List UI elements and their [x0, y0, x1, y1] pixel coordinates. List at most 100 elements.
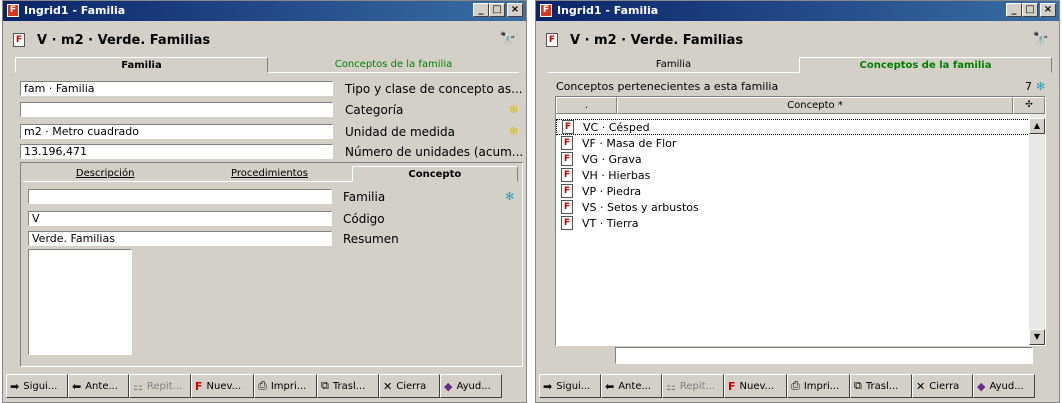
main-tabs: Familia Conceptos de la familia — [15, 57, 519, 73]
list-item[interactable]: F VH · Hierbas — [556, 167, 1030, 183]
familia-field[interactable] — [28, 189, 332, 204]
arrow-right-icon: ➡ — [10, 379, 20, 393]
print-button[interactable]: ⎙ Impri... — [254, 374, 317, 398]
title-bar[interactable]: F Ingrid1 - Familia _ □ × — [3, 1, 526, 21]
codigo-field[interactable]: V — [28, 211, 332, 226]
prev-button[interactable]: ⬅ Ante... — [601, 374, 662, 398]
image-box[interactable] — [28, 249, 132, 355]
tab-conceptos[interactable]: Conceptos de la familia — [268, 57, 519, 73]
list-item[interactable]: F VC · Césped — [556, 119, 1030, 135]
vertical-scrollbar[interactable]: ▲ ▼ — [1029, 114, 1045, 345]
concepts-grid: . Concepto * ✣ F VC · Césped F VF · Masa… — [555, 96, 1046, 346]
app-icon: F — [7, 4, 19, 17]
title-bar[interactable]: F Ingrid1 - Familia _ □ × — [536, 1, 1059, 21]
document-icon: F — [13, 33, 25, 47]
scroll-up-button[interactable]: ▲ — [1029, 118, 1045, 134]
scroll-down-button[interactable]: ▼ — [1029, 329, 1045, 345]
print-button[interactable]: ⎙ Impri... — [787, 374, 850, 398]
repeat-button[interactable]: ⚏ Repit... — [662, 374, 724, 398]
transfer-icon: ⧉ — [321, 379, 329, 392]
record-header: F V · m2 · Verde. Familias 🔭 — [11, 31, 518, 53]
grid-header: . Concepto * ✣ — [556, 97, 1045, 114]
column-header-marker[interactable]: . — [556, 97, 617, 114]
x-icon: ✕ — [916, 379, 926, 393]
help-book-icon: ◆ — [444, 379, 453, 393]
resumen-label: Resumen — [343, 232, 399, 246]
close-button[interactable]: ✕ Cierra — [379, 374, 440, 398]
repeat-icon: ⚏ — [666, 379, 676, 393]
arrow-right-icon: ➡ — [543, 379, 553, 393]
new-button[interactable]: F Nuev... — [724, 374, 787, 398]
unidad-label: Unidad de medida — [345, 125, 455, 139]
sub-tabs: Descripción Procedimientos Concepto — [23, 166, 518, 182]
list-item[interactable]: F VT · Tierra — [556, 215, 1030, 231]
transfer-button[interactable]: ⧉ Trasl... — [850, 374, 912, 398]
close-window-button[interactable]: × — [1040, 3, 1056, 17]
column-settings-icon[interactable]: ✣ — [1013, 97, 1045, 114]
list-item[interactable]: F VF · Masa de Flor — [556, 135, 1030, 151]
tab-familia[interactable]: Familia — [548, 57, 799, 73]
arrow-left-icon: ⬅ — [605, 379, 615, 393]
main-tabs: Familia Conceptos de la familia — [548, 57, 1052, 73]
tab-conceptos[interactable]: Conceptos de la familia — [799, 57, 1052, 73]
repeat-button[interactable]: ⚏ Repit... — [129, 374, 191, 398]
help-button[interactable]: ◆ Ayud... — [440, 374, 502, 398]
tab-descripcion[interactable]: Descripción — [23, 166, 188, 182]
close-button[interactable]: ✕ Cierra — [912, 374, 973, 398]
new-document-icon: F — [195, 379, 203, 393]
document-icon: F — [546, 33, 558, 47]
maximize-button[interactable]: □ — [1022, 3, 1038, 17]
unidad-field[interactable]: m2 · Metro cuadrado — [20, 124, 333, 139]
tab-familia[interactable]: Familia — [15, 57, 268, 73]
list-item[interactable]: F VS · Setos y arbustos — [556, 199, 1030, 215]
document-icon: F — [562, 120, 574, 134]
next-button[interactable]: ➡ Sigui... — [539, 374, 601, 398]
categoria-field[interactable] — [20, 102, 333, 117]
help-button[interactable]: ◆ Ayud... — [973, 374, 1035, 398]
asterisk-icon[interactable]: ✻ — [505, 190, 514, 203]
x-icon: ✕ — [383, 379, 393, 393]
record-title: V · m2 · Verde. Familias — [37, 33, 211, 48]
next-button[interactable]: ➡ Sigui... — [6, 374, 68, 398]
window-familia-left: F Ingrid1 - Familia _ □ × F V · m2 · Ver… — [2, 0, 527, 403]
list-item[interactable]: F VG · Grava — [556, 151, 1030, 167]
column-header-concepto[interactable]: Concepto * — [617, 97, 1013, 114]
resumen-field[interactable]: Verde. Familias — [28, 231, 332, 246]
new-button[interactable]: F Nuev... — [191, 374, 254, 398]
asterisk-icon[interactable]: ✻ — [509, 125, 518, 138]
document-icon: F — [561, 216, 573, 230]
arrow-left-icon: ⬅ — [72, 379, 82, 393]
document-icon: F — [561, 200, 573, 214]
minimize-button[interactable]: _ — [1006, 3, 1022, 17]
transfer-button[interactable]: ⧉ Trasl... — [317, 374, 379, 398]
tab-concepto[interactable]: Concepto — [351, 166, 518, 182]
unidades-field[interactable]: 13.196,471 — [20, 144, 333, 159]
repeat-icon: ⚏ — [133, 379, 143, 393]
window-title: Ingrid1 - Familia — [24, 4, 126, 17]
prev-button[interactable]: ⬅ Ante... — [68, 374, 129, 398]
asterisk-icon[interactable]: ✻ — [1036, 80, 1045, 93]
categoria-label: Categoría — [345, 103, 404, 117]
binoculars-icon[interactable]: 🔭 — [500, 32, 516, 47]
binoculars-icon[interactable]: 🔭 — [1033, 32, 1049, 47]
tipo-field[interactable]: fam · Familia — [20, 81, 333, 96]
asterisk-icon[interactable]: ✻ — [509, 103, 518, 116]
printer-icon: ⎙ — [791, 379, 800, 392]
tab-procedimientos[interactable]: Procedimientos — [187, 166, 352, 182]
window-title: Ingrid1 - Familia — [557, 4, 659, 17]
search-input[interactable] — [615, 347, 1033, 364]
record-header: F V · m2 · Verde. Familias 🔭 — [544, 31, 1051, 53]
codigo-label: Código — [343, 212, 385, 226]
familia-label: Familia — [343, 190, 386, 204]
close-window-button[interactable]: × — [507, 3, 523, 17]
bottom-toolbar: ➡ Sigui... ⬅ Ante... ⚏ Repit... F Nuev... ⎙ I… — [539, 374, 1056, 400]
maximize-button[interactable]: □ — [489, 3, 505, 17]
minimize-button[interactable]: _ — [473, 3, 489, 17]
document-icon: F — [561, 168, 573, 182]
transfer-icon: ⧉ — [854, 379, 862, 392]
document-icon: F — [561, 184, 573, 198]
document-icon: F — [561, 136, 573, 150]
unidades-label: Número de unidades (acum... — [345, 145, 524, 159]
list-item[interactable]: F VP · Piedra — [556, 183, 1030, 199]
window-familia-right: F Ingrid1 - Familia _ □ × F V · m2 · Ver… — [535, 0, 1060, 403]
